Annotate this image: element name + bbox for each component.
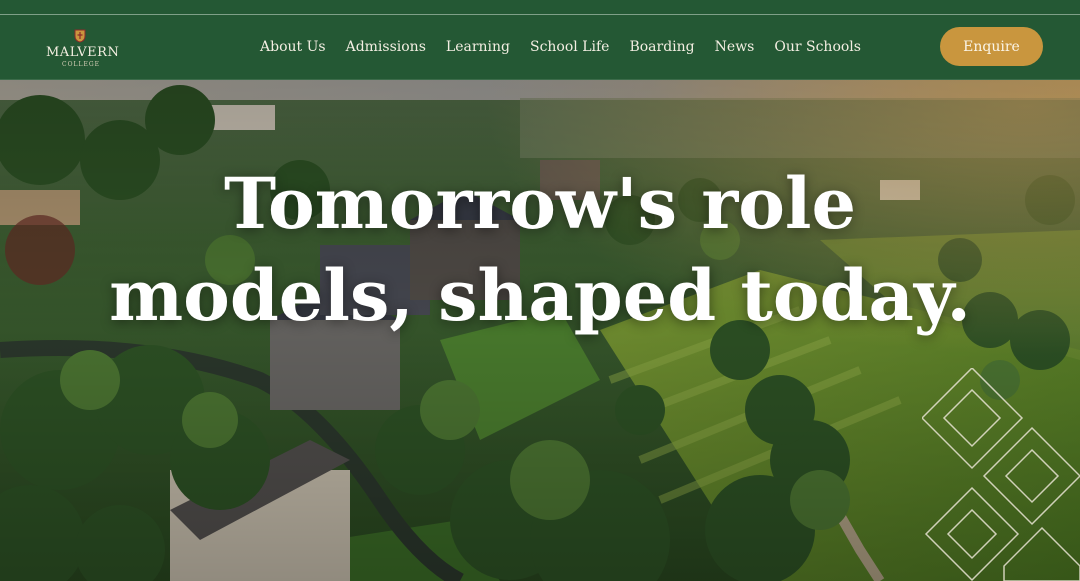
hero-headline: Tomorrow's role models, shaped today. (0, 158, 1080, 342)
nav-item-about-us[interactable]: About Us (260, 39, 326, 55)
site-header: MALVERN COLLEGE About Us Admissions Lear… (0, 15, 1080, 80)
logo-name: MALVERN (46, 45, 120, 60)
hero-section: Tomorrow's role models, shaped today. (0, 80, 1080, 581)
diamond-pattern (922, 368, 1080, 581)
nav-item-school-life[interactable]: School Life (530, 39, 609, 55)
nav-item-boarding[interactable]: Boarding (629, 39, 694, 55)
nav-item-news[interactable]: News (715, 39, 755, 55)
main-nav: About Us Admissions Learning School Life… (250, 15, 871, 79)
logo-subtitle: COLLEGE (62, 61, 101, 68)
top-strip (0, 0, 1080, 15)
hero-headline-line1: Tomorrow's role (223, 162, 857, 245)
hero-headline-line2: models, shaped today. (109, 254, 971, 337)
nav-item-learning[interactable]: Learning (446, 39, 510, 55)
nav-item-admissions[interactable]: Admissions (346, 39, 426, 55)
site-logo[interactable]: MALVERN COLLEGE (46, 29, 126, 69)
crest-icon (74, 29, 86, 43)
nav-item-our-schools[interactable]: Our Schools (774, 39, 861, 55)
enquire-button[interactable]: Enquire (940, 27, 1043, 66)
